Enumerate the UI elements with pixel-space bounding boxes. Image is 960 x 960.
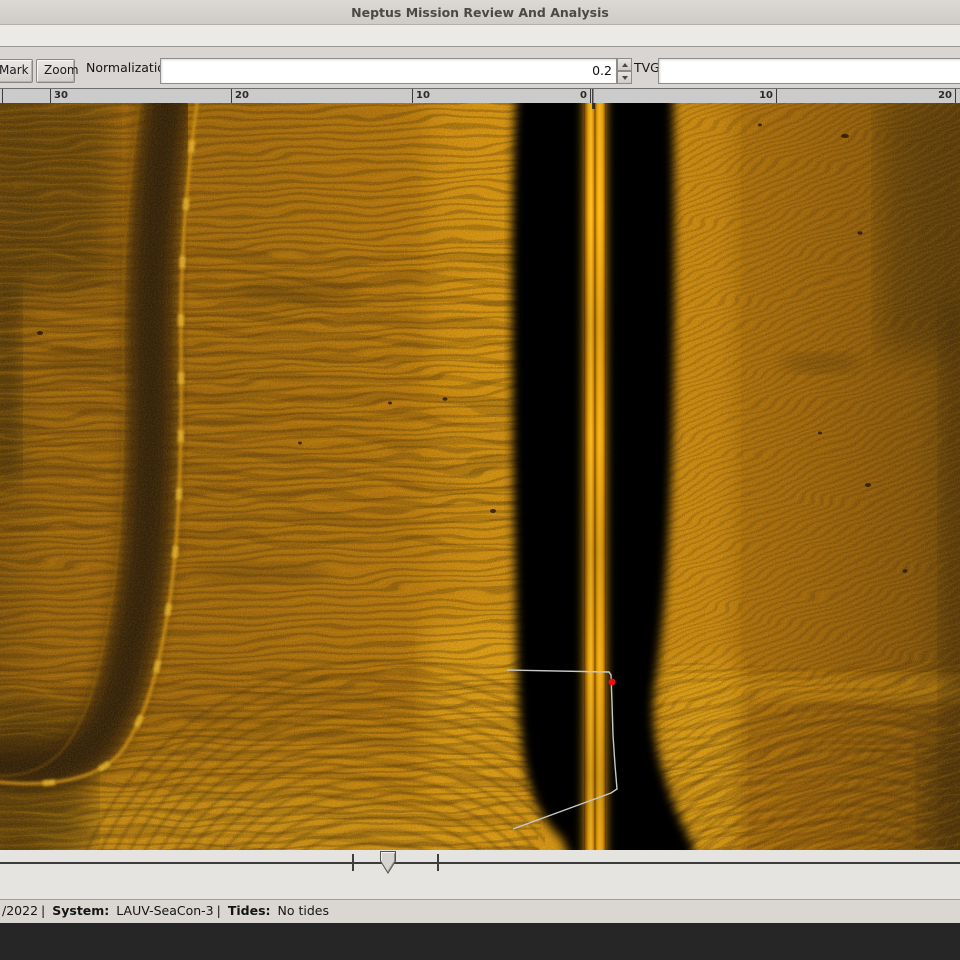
zero-tick-mark xyxy=(592,103,595,109)
normalization-value: 0.2 xyxy=(592,59,612,83)
zoom-button[interactable]: Zoom xyxy=(36,59,75,83)
arrow-down-icon xyxy=(622,76,628,80)
mission-timeline xyxy=(0,850,960,899)
ruler-section-divider xyxy=(592,89,593,103)
desktop-background xyxy=(0,923,960,960)
ruler-tick-label: 30 xyxy=(54,90,68,102)
window-title: Neptus Mission Review And Analysis xyxy=(351,5,609,20)
timeline-tick xyxy=(352,854,354,871)
ruler-tick-label: 0 xyxy=(580,90,587,102)
tvg-input[interactable] xyxy=(658,58,960,84)
timeline-tick xyxy=(437,854,439,871)
title-bar: Neptus Mission Review And Analysis xyxy=(0,0,960,25)
speckle-noise-light xyxy=(0,103,960,850)
slider-thumb-icon xyxy=(380,851,396,875)
ruler-tick xyxy=(955,89,956,103)
timeline-slider-handle[interactable] xyxy=(380,851,396,875)
status-bar: /2022| System: LAUV-SeaCon-3| Tides: No … xyxy=(0,899,960,923)
neptus-window: Neptus Mission Review And Analysis Mark … xyxy=(0,0,960,960)
tvg-label: TVG xyxy=(634,47,660,88)
current-position-marker[interactable] xyxy=(609,679,616,686)
toolbar: Mark Zoom Normalization 0.2 TVG xyxy=(0,47,960,88)
sonar-viewer[interactable] xyxy=(0,103,960,850)
ruler-tick-label: 20 xyxy=(235,90,249,102)
ruler-tick-label: 10 xyxy=(759,90,773,102)
status-separator: | xyxy=(41,903,45,918)
status-separator: | xyxy=(217,903,221,918)
range-ruler: 30 20 10 0 10 20 xyxy=(0,88,960,104)
ruler-tick-label: 10 xyxy=(416,90,430,102)
status-system-value: LAUV-SeaCon-3 xyxy=(116,903,213,918)
spinner-up-button[interactable] xyxy=(617,58,632,71)
sonar-waterfall-image[interactable] xyxy=(0,103,960,850)
status-date-fragment: /2022 xyxy=(2,903,38,918)
mark-button[interactable]: Mark xyxy=(0,59,33,83)
ruler-tick xyxy=(412,89,413,103)
menu-strip xyxy=(0,25,960,47)
status-tides-value: No tides xyxy=(278,903,329,918)
arrow-up-icon xyxy=(622,63,628,67)
ruler-tick-label: 20 xyxy=(938,90,952,102)
normalization-spinner xyxy=(617,58,632,84)
normalization-input[interactable]: 0.2 xyxy=(160,58,617,84)
status-system-label: System: xyxy=(52,903,109,918)
spinner-down-button[interactable] xyxy=(617,71,632,84)
timeline-track[interactable] xyxy=(0,862,960,864)
ruler-tick xyxy=(590,89,591,103)
ruler-tick xyxy=(50,89,51,103)
status-tides-label: Tides: xyxy=(228,903,271,918)
ruler-tick xyxy=(776,89,777,103)
nadir-line xyxy=(584,103,606,850)
ruler-tick xyxy=(2,89,3,103)
ruler-tick xyxy=(231,89,232,103)
